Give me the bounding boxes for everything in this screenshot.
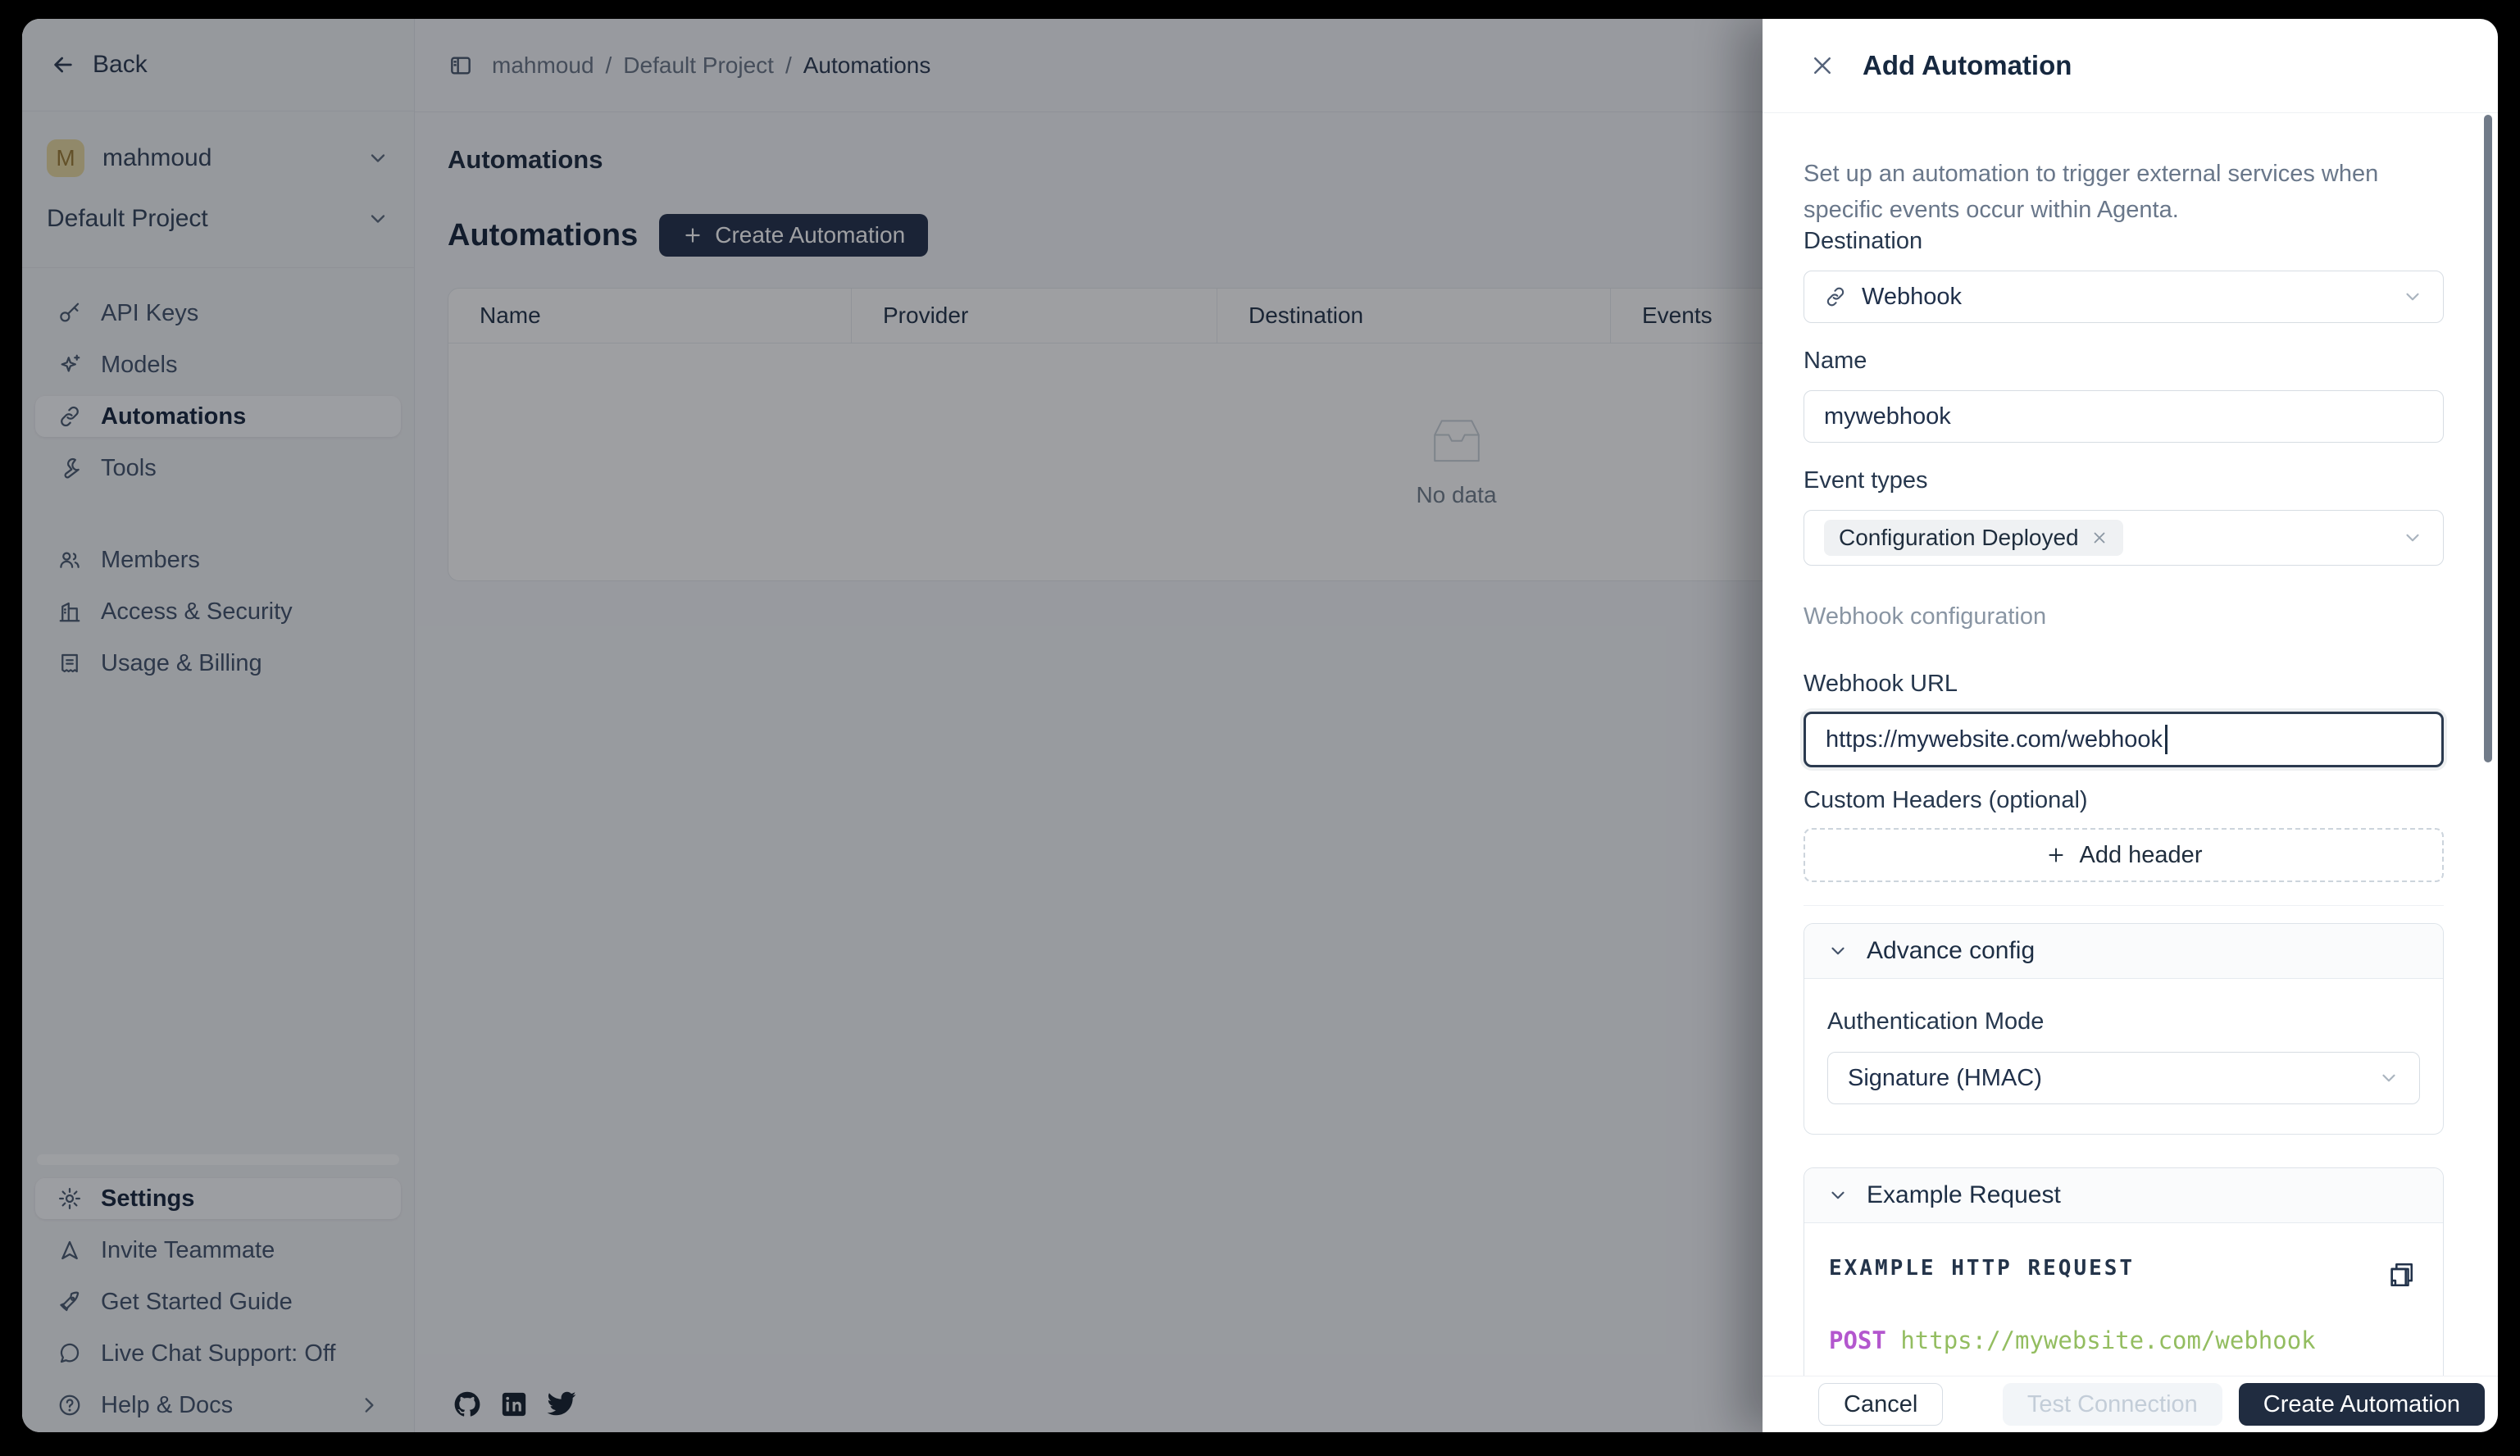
authentication-mode-select[interactable]: Signature (HMAC) xyxy=(1827,1052,2420,1104)
drawer-footer: Cancel Test Connection Create Automation xyxy=(1763,1376,2498,1432)
text-cursor xyxy=(2165,725,2167,754)
add-header-button[interactable]: Add header xyxy=(1804,828,2444,882)
chevron-down-icon xyxy=(1827,1185,1849,1206)
request-line: POST https://mywebsite.com/webhook xyxy=(1829,1326,2418,1354)
example-request-panel: Example Request EXAMPLE HTTP REQUEST POS… xyxy=(1804,1167,2444,1376)
event-type-tag: Configuration Deployed xyxy=(1824,520,2123,556)
cancel-button[interactable]: Cancel xyxy=(1818,1383,1943,1426)
authentication-mode-value: Signature (HMAC) xyxy=(1848,1065,2042,1092)
name-input[interactable]: mywebhook xyxy=(1804,390,2444,443)
close-icon[interactable] xyxy=(1808,52,1836,80)
example-request-code: EXAMPLE HTTP REQUEST POST https://mywebs… xyxy=(1804,1223,2443,1376)
http-method: POST xyxy=(1829,1326,1886,1354)
chevron-down-icon xyxy=(2402,286,2423,307)
drawer-scrollbar[interactable] xyxy=(2484,115,2492,762)
advance-config-body: Authentication Mode Signature (HMAC) xyxy=(1804,979,2443,1134)
section-divider xyxy=(1804,905,2444,906)
webhook-url-label: Webhook URL xyxy=(1804,671,2444,698)
request-url: https://mywebsite.com/webhook xyxy=(1900,1326,2315,1354)
name-value: mywebhook xyxy=(1824,403,1951,430)
link-icon xyxy=(1824,285,1847,308)
chevron-down-icon xyxy=(2378,1067,2399,1089)
plus-icon xyxy=(2045,844,2067,866)
drawer-body: Set up an automation to trigger external… xyxy=(1763,113,2498,1376)
copy-icon[interactable] xyxy=(2387,1261,2415,1289)
example-request-title: Example Request xyxy=(1867,1181,2061,1209)
chevron-down-icon xyxy=(1827,940,1849,962)
remove-tag-icon[interactable] xyxy=(2090,529,2108,547)
test-connection-button[interactable]: Test Connection xyxy=(2003,1383,2222,1426)
advance-config-title: Advance config xyxy=(1867,937,2035,965)
event-types-select[interactable]: Configuration Deployed xyxy=(1804,510,2444,566)
drawer-description: Set up an automation to trigger external… xyxy=(1804,156,2444,228)
webhook-url-input[interactable]: https://mywebsite.com/webhook xyxy=(1804,712,2444,767)
destination-select[interactable]: Webhook xyxy=(1804,271,2444,323)
create-automation-submit-button[interactable]: Create Automation xyxy=(2239,1383,2485,1426)
drawer-header: Add Automation xyxy=(1763,19,2498,113)
add-automation-drawer: Add Automation Set up an automation to t… xyxy=(1763,19,2498,1432)
destination-label: Destination xyxy=(1804,228,2444,255)
app-window: Back M mahmoud Default Project xyxy=(22,19,2498,1432)
chevron-down-icon xyxy=(2402,527,2423,548)
destination-value: Webhook xyxy=(1862,284,1962,311)
webhook-url-value: https://mywebsite.com/webhook xyxy=(1826,726,2163,753)
example-request-header[interactable]: Example Request xyxy=(1804,1168,2443,1223)
custom-headers-label: Custom Headers (optional) xyxy=(1804,787,2444,814)
advance-config-header[interactable]: Advance config xyxy=(1804,924,2443,979)
event-types-label: Event types xyxy=(1804,467,2444,494)
authentication-mode-label: Authentication Mode xyxy=(1827,1008,2420,1035)
advance-config-panel: Advance config Authentication Mode Signa… xyxy=(1804,923,2444,1135)
webhook-configuration-heading: Webhook configuration xyxy=(1804,603,2444,630)
add-header-label: Add header xyxy=(2080,842,2203,869)
code-header: EXAMPLE HTTP REQUEST xyxy=(1829,1256,2418,1281)
drawer-title: Add Automation xyxy=(1863,50,2072,81)
event-type-tag-label: Configuration Deployed xyxy=(1839,525,2079,551)
name-label: Name xyxy=(1804,348,2444,375)
